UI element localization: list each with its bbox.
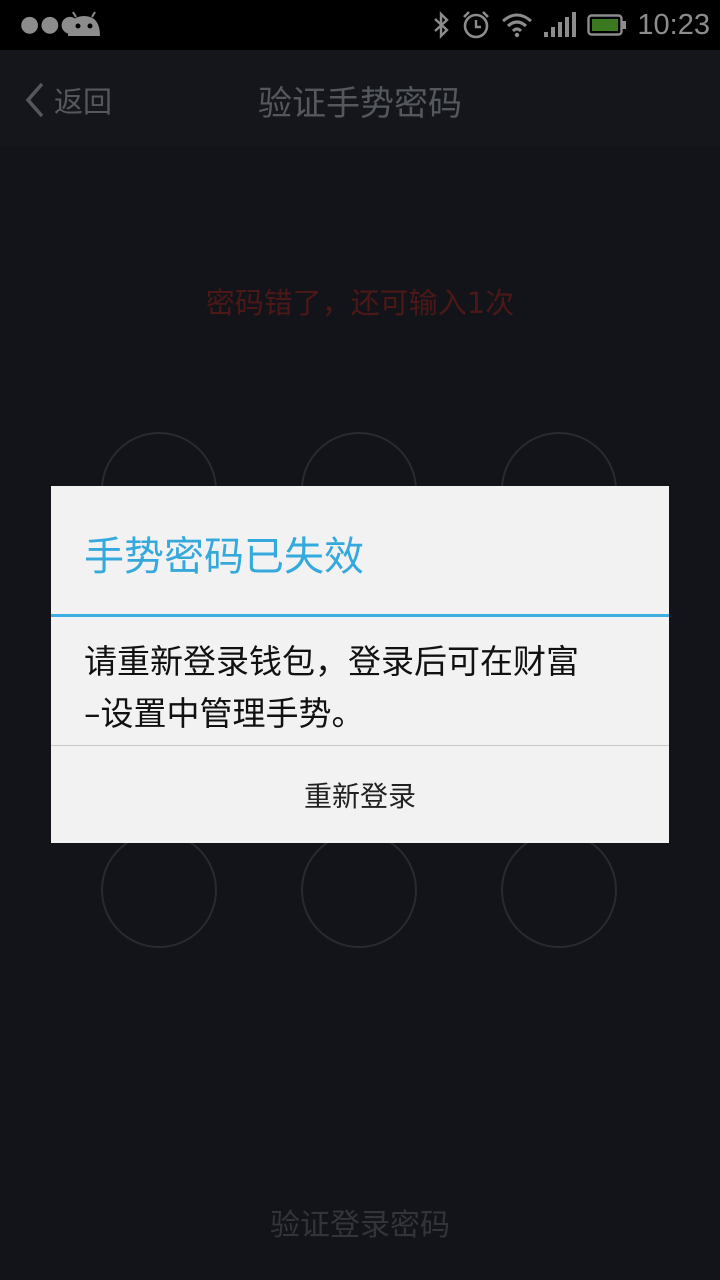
relogin-button[interactable]: 重新登录: [51, 746, 669, 843]
gesture-expired-dialog: 手势密码已失效 请重新登录钱包，登录后可在财富 –设置中管理手势。 重新登录: [51, 486, 669, 843]
dialog-title: 手势密码已失效: [84, 534, 364, 580]
dialog-title-divider: [51, 614, 669, 617]
dialog-message: 请重新登录钱包，登录后可在财富 –设置中管理手势。: [84, 636, 644, 740]
dialog-message-line-2: –设置中管理手势。: [84, 694, 365, 733]
dialog-message-line-1: 请重新登录钱包，登录后可在财富: [84, 642, 579, 681]
